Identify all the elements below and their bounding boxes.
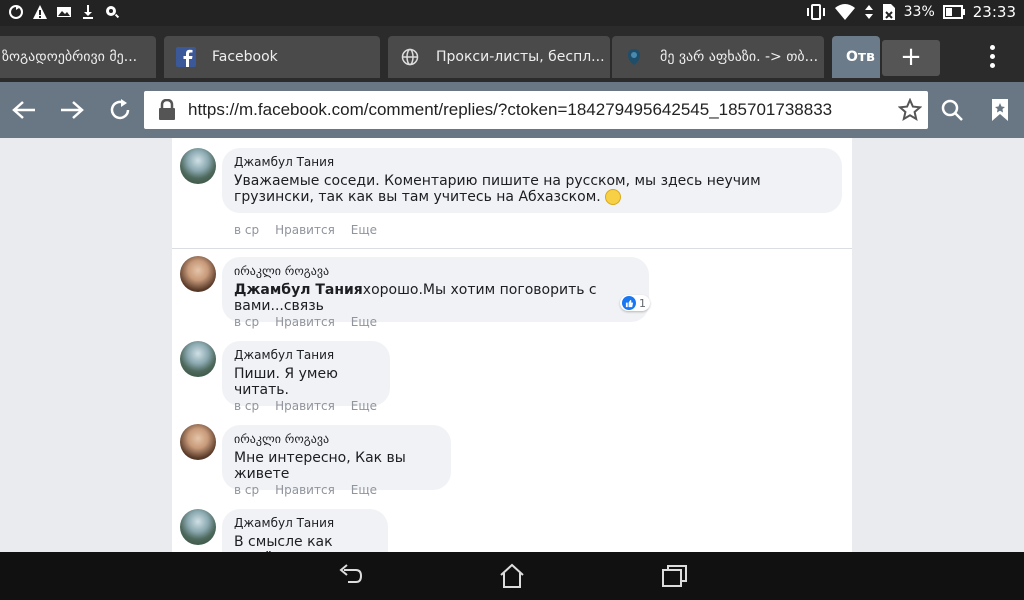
bookmarks-button[interactable] (984, 94, 1016, 126)
system-nav-bar (0, 552, 1024, 600)
battery-icon (942, 5, 965, 19)
status-bar: 33% 23:33 (0, 0, 1024, 26)
comment-actions: в ср Нравится Еще (234, 315, 377, 329)
reaction-count[interactable]: 1 (620, 295, 650, 311)
comment-text: В смысле как живёте (234, 534, 333, 552)
reaction-number: 1 (639, 296, 646, 310)
browser-toolbar: https://m.facebook.com/comment/replies/?… (0, 82, 1024, 138)
search-notification-icon (106, 6, 120, 19)
bookmark-icon (992, 99, 1008, 121)
comment-author[interactable]: Джамбул Тания (234, 155, 830, 169)
site-logo-icon (624, 47, 644, 67)
system-status: 33% 23:33 (806, 3, 1016, 21)
more-link[interactable]: Еще (351, 483, 377, 497)
tab-title: ზოგადოებრივი მე... (2, 49, 138, 65)
mention-link[interactable]: Джамбул Тания (234, 282, 363, 298)
comment-time[interactable]: в ср (234, 483, 259, 497)
comment-time[interactable]: в ср (234, 223, 259, 237)
thumbs-up-icon (622, 296, 636, 310)
tab-georgian-page[interactable]: ზოგადოებრივი მე... (0, 36, 156, 78)
comment-actions: в ср Нравится Еще (234, 483, 377, 497)
tab-title: Прокси-листы, беспл... (436, 49, 605, 65)
smiley-emoji-icon (605, 189, 622, 205)
wifi-icon (834, 4, 855, 20)
avatar[interactable] (180, 148, 216, 184)
back-button[interactable] (8, 94, 40, 126)
arrow-left-icon (12, 101, 35, 119)
clock: 23:33 (972, 3, 1016, 21)
vibrate-icon (806, 4, 825, 20)
like-link[interactable]: Нравится (275, 399, 335, 413)
comment-bubble: Джамбул Тания Уважаемые соседи. Коментар… (222, 148, 842, 213)
tab-facebook[interactable]: Facebook (164, 36, 380, 78)
plus-icon: + (900, 42, 922, 72)
more-link[interactable]: Еще (351, 223, 377, 237)
avatar[interactable] (180, 256, 216, 292)
comment-bubble: ირაკლი როგავა Джамбул Танияхорошо.Мы хот… (222, 257, 649, 322)
comment-bubble: Джамбул Тания В смысле как живёте (222, 509, 388, 552)
comment-text: Пиши. Я умею читать. (234, 366, 338, 398)
comment-actions: в ср Нравится Еще (234, 399, 377, 413)
avatar[interactable] (180, 341, 216, 377)
arrow-right-icon (61, 101, 84, 119)
battery-percent: 33% (903, 4, 935, 20)
more-link[interactable]: Еще (351, 399, 377, 413)
url-text[interactable]: https://m.facebook.com/comment/replies/?… (188, 100, 892, 120)
tab-proxy-lists[interactable]: Прокси-листы, беспл... (388, 36, 610, 78)
like-link[interactable]: Нравится (275, 483, 335, 497)
comment-author[interactable]: ირაკლი როგავა (234, 432, 439, 446)
home-icon (500, 563, 524, 588)
sync-icon (9, 5, 23, 19)
search-icon (941, 99, 963, 121)
notification-icons (8, 4, 120, 20)
comment-author[interactable]: ირაკლი როგავა (234, 264, 637, 278)
download-icon (83, 5, 93, 19)
back-arrow-icon (339, 564, 363, 583)
like-link[interactable]: Нравится (275, 315, 335, 329)
search-button[interactable] (936, 94, 968, 126)
avatar[interactable] (180, 424, 216, 460)
tab-active-replies[interactable]: Отв (832, 36, 880, 78)
forward-button[interactable] (56, 94, 88, 126)
bookmark-star-button[interactable] (892, 98, 928, 122)
warning-icon (33, 5, 47, 19)
tab-title: მე ვარ აფხაზი. -> თბ... (660, 49, 819, 65)
tab-title: Facebook (212, 49, 278, 65)
comment-text: Мне интересно, Как вы живете (234, 450, 406, 482)
more-link[interactable]: Еще (351, 315, 377, 329)
comment-bubble: Джамбул Тания Пиши. Я умею читать. (222, 341, 390, 406)
divider (172, 248, 852, 249)
lock-icon (152, 99, 182, 121)
address-bar[interactable]: https://m.facebook.com/comment/replies/?… (144, 91, 928, 129)
new-tab-button[interactable]: + (882, 40, 940, 76)
comment-text: Уважаемые соседи. Коментарию пишите на р… (234, 173, 761, 205)
tab-strip: ზოგადოებრივი მე... Facebook Прокси-листы… (0, 26, 1024, 82)
recent-apps-icon (662, 565, 687, 587)
like-link[interactable]: Нравится (275, 223, 335, 237)
reload-button[interactable] (104, 94, 136, 126)
comment-author[interactable]: Джамбул Тания (234, 516, 376, 530)
nav-back-button[interactable] (336, 562, 366, 590)
facebook-icon (176, 47, 196, 67)
comment-time[interactable]: в ср (234, 315, 259, 329)
avatar[interactable] (180, 509, 216, 545)
overflow-menu-button[interactable] (980, 38, 1004, 74)
comment-bubble: ირაკლი როგავა Мне интересно, Как вы живе… (222, 425, 451, 490)
comments-page: Джамбул Тания Уважаемые соседи. Коментар… (172, 138, 852, 552)
nav-home-button[interactable] (497, 562, 527, 590)
sim-card-icon (882, 4, 895, 20)
star-icon (898, 98, 922, 122)
data-arrows-icon (864, 5, 873, 19)
tab-title: Отв (846, 49, 875, 65)
comment-actions: в ср Нравится Еще (234, 223, 377, 237)
nav-recents-button[interactable] (660, 562, 690, 590)
comment-author[interactable]: Джамбул Тания (234, 348, 378, 362)
tab-abkhaz-page[interactable]: მე ვარ აფხაზი. -> თბ... (612, 36, 824, 78)
image-icon (57, 7, 71, 17)
comment-time[interactable]: в ср (234, 399, 259, 413)
reload-icon (110, 99, 130, 120)
globe-icon (400, 47, 420, 67)
